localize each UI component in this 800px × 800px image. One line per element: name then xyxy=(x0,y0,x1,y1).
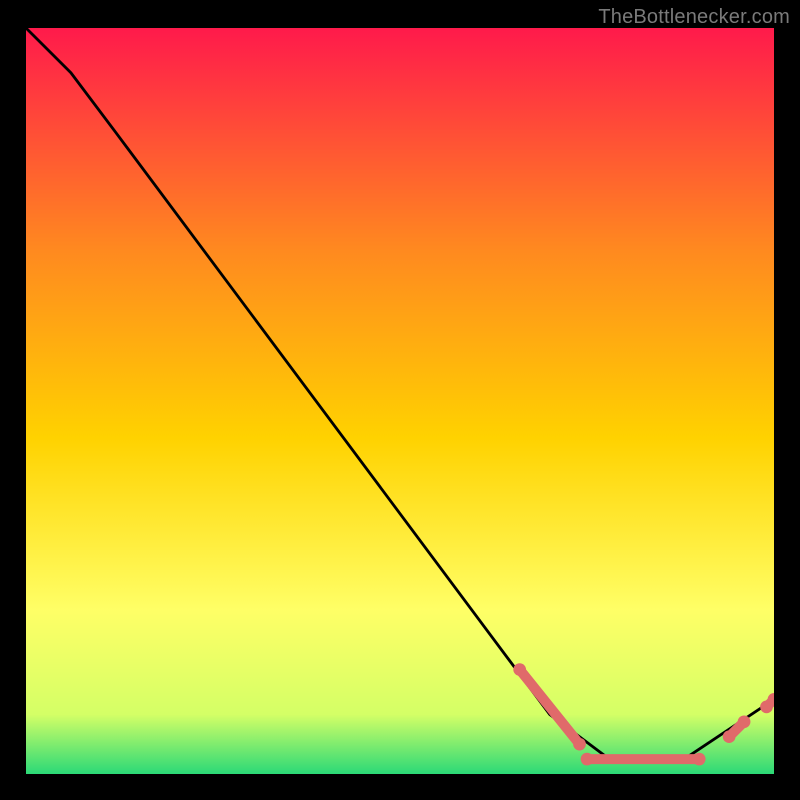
attribution-text: TheBottlenecker.com xyxy=(598,6,790,29)
chart-svg xyxy=(26,28,774,774)
highlight-dot xyxy=(513,663,526,676)
highlight-dot xyxy=(581,753,594,766)
highlight-dot xyxy=(738,715,751,728)
highlight-dot xyxy=(693,753,706,766)
highlight-dot xyxy=(573,738,586,751)
plot-area xyxy=(26,28,774,774)
chart-stage: TheBottlenecker.com xyxy=(0,0,800,800)
highlight-dot xyxy=(723,730,736,743)
gradient-background xyxy=(26,28,774,774)
